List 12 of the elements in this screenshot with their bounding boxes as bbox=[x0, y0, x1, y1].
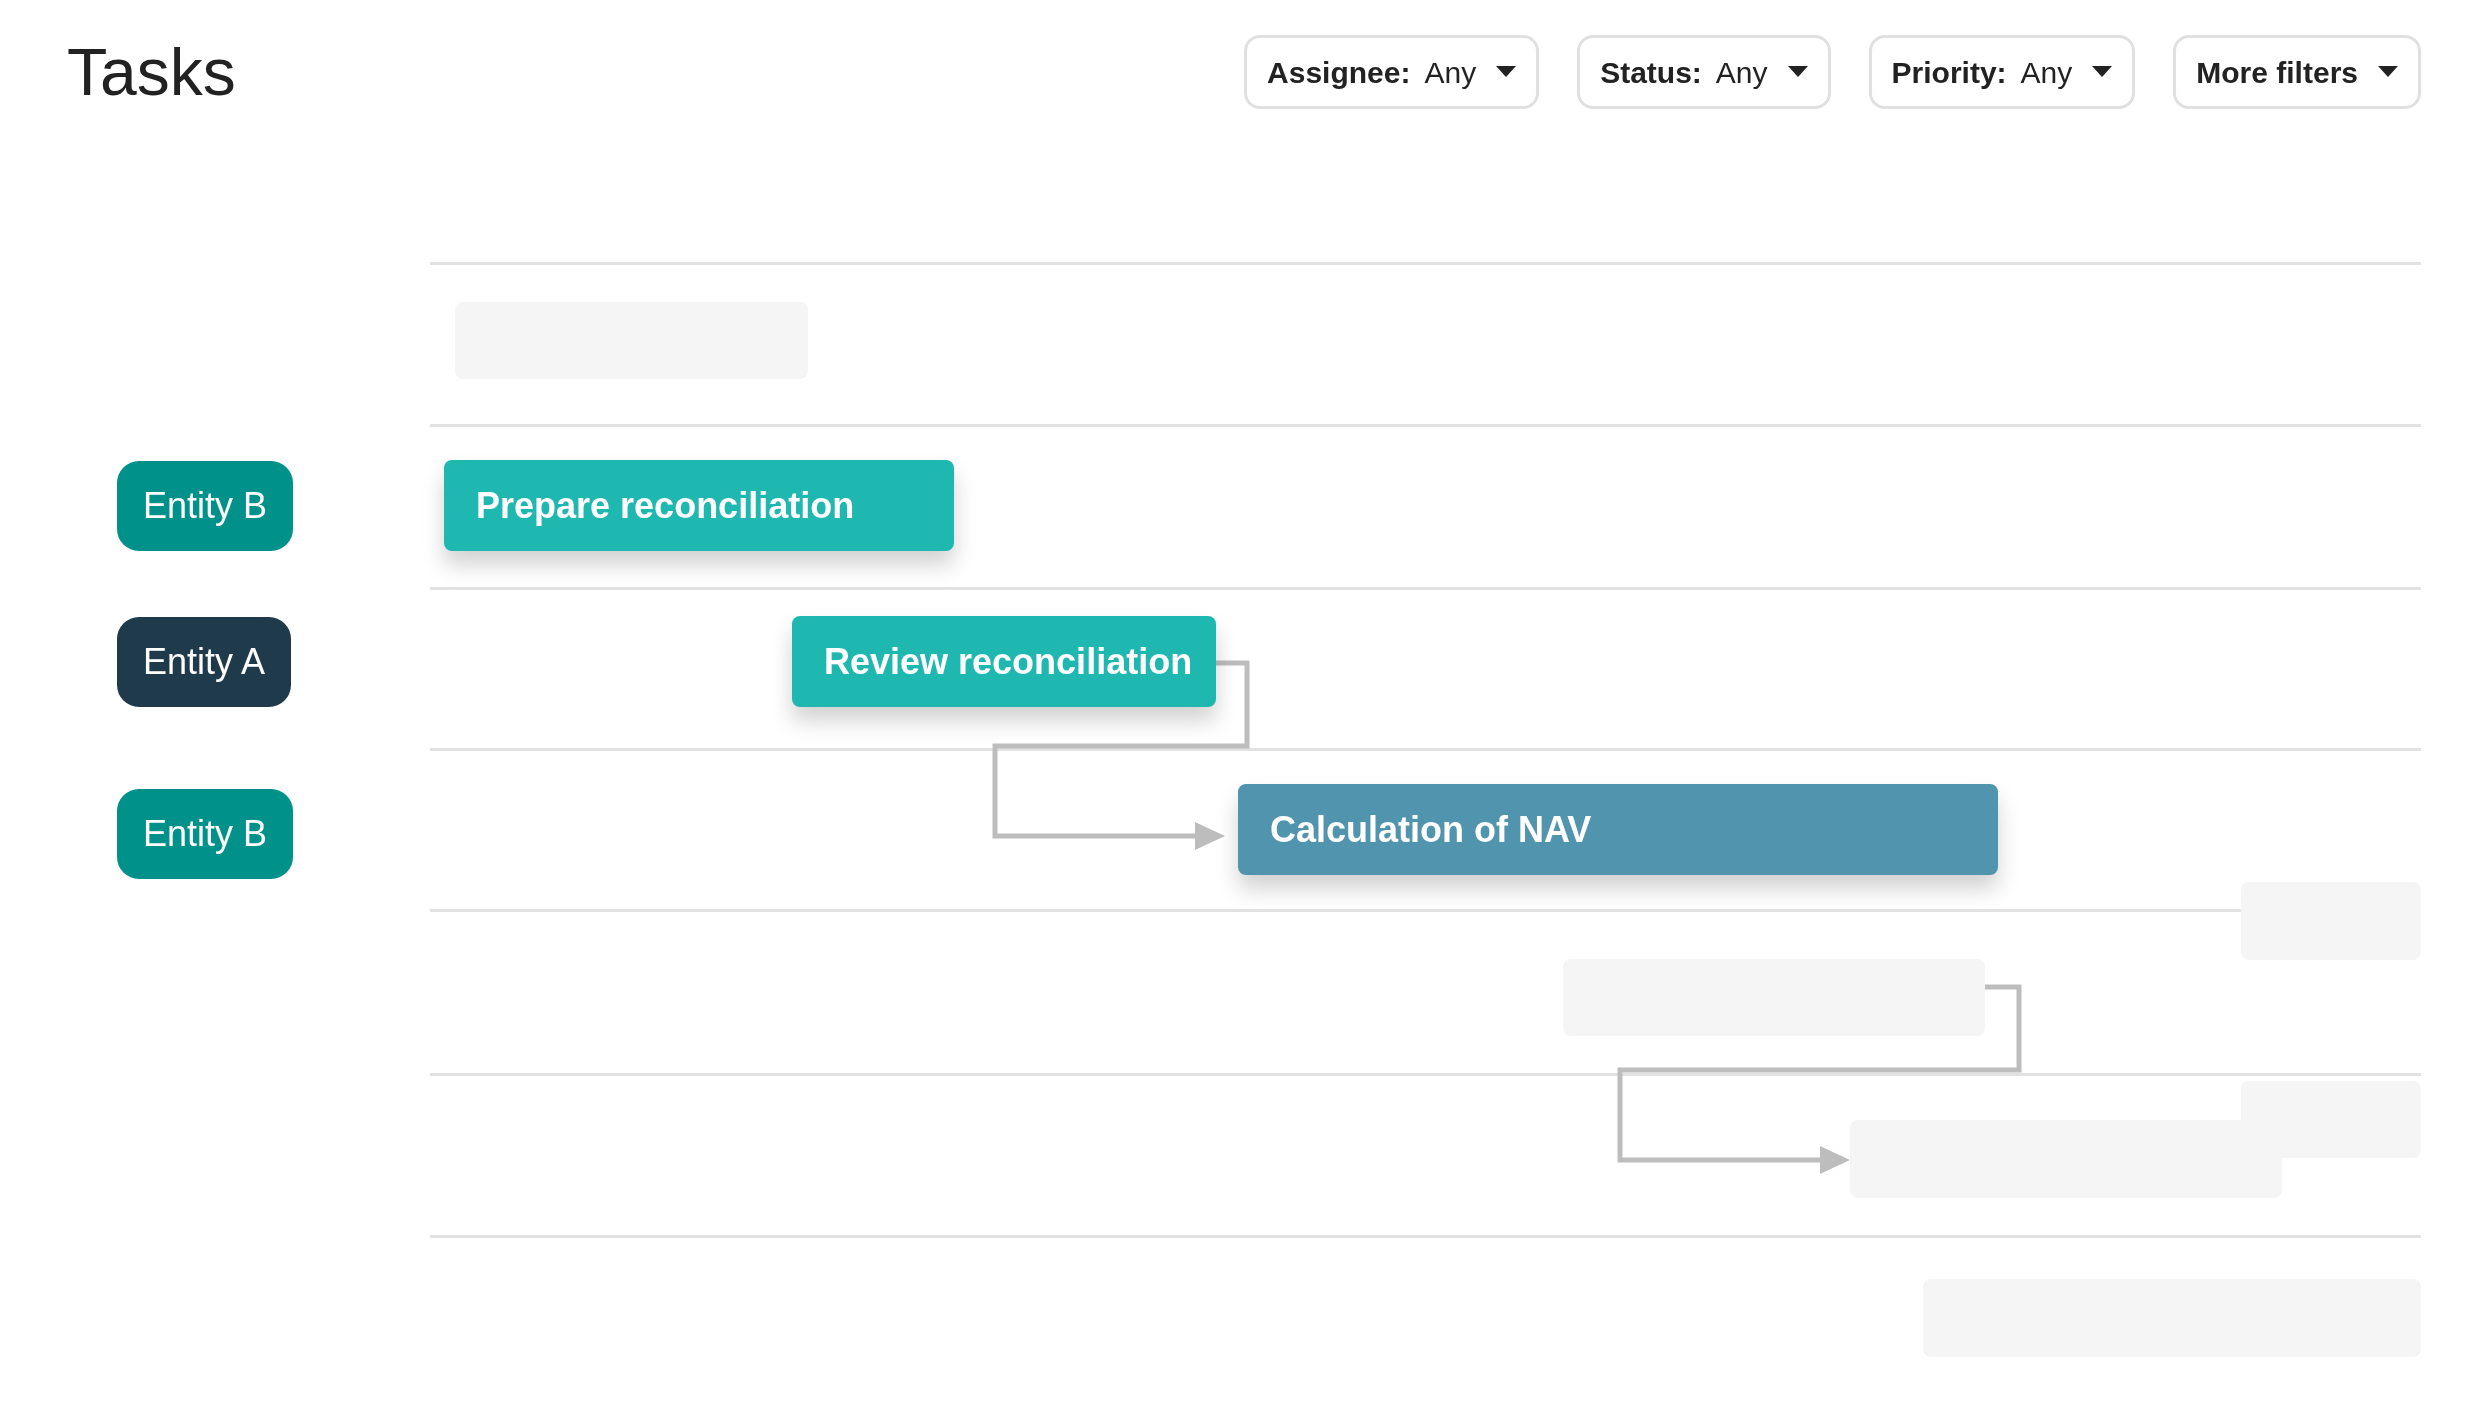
caret-icon bbox=[1496, 66, 1517, 78]
caret-icon bbox=[2092, 66, 2113, 78]
filter-dropdown[interactable]: Priority: Any bbox=[1868, 35, 2136, 109]
entity-tag: Entity B bbox=[117, 789, 294, 879]
filter-dropdown[interactable]: Status: Any bbox=[1577, 35, 1831, 109]
caret-icon bbox=[2378, 66, 2398, 78]
filter-dropdown[interactable]: More filters bbox=[2173, 35, 2421, 109]
filter-dropdown[interactable]: Assignee: Any bbox=[1244, 35, 1540, 109]
entity-tag: Entity A bbox=[117, 617, 292, 707]
caret-icon bbox=[1787, 66, 1808, 78]
page-title: Tasks bbox=[67, 39, 236, 105]
entity-tag: Entity B bbox=[117, 461, 294, 551]
